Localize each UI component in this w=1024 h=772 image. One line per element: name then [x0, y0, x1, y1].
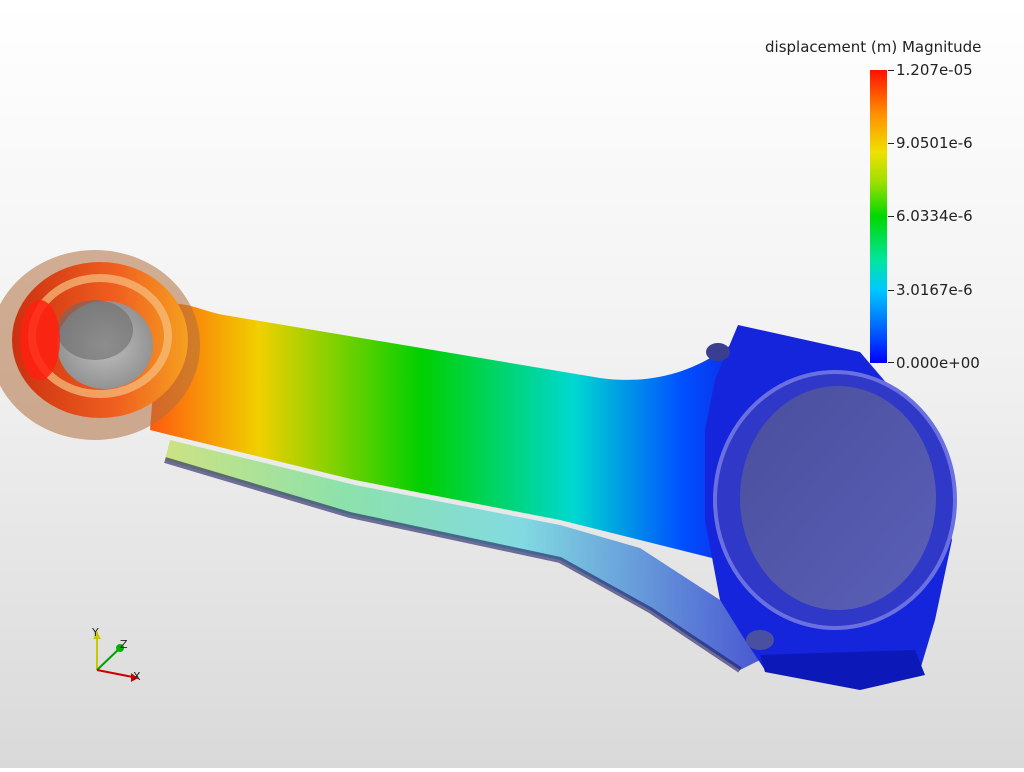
- small-end-bore-shadow: [57, 300, 133, 360]
- legend-tick: [888, 143, 894, 144]
- big-end-bore: [740, 386, 936, 610]
- axis-label-x: X: [133, 670, 141, 683]
- legend-tick: [888, 216, 894, 217]
- legend-title: displacement (m) Magnitude: [765, 38, 982, 56]
- axis-label-y: Y: [91, 626, 99, 639]
- bolt-hole-lower: [746, 630, 774, 650]
- big-end-cap-face: [760, 650, 925, 690]
- axis-label-z: Z: [120, 638, 128, 651]
- legend-tick-label: 3.0167e-6: [896, 281, 973, 299]
- color-bar[interactable]: [870, 70, 887, 363]
- legend-tick-label: 6.0334e-6: [896, 207, 973, 225]
- legend-tick: [888, 362, 894, 363]
- bolt-hole-upper: [706, 343, 730, 361]
- legend-tick-label-max: 1.207e-05: [896, 61, 973, 79]
- legend-tick-label-min: 0.000e+00: [896, 354, 980, 372]
- legend-tick: [888, 290, 894, 291]
- legend-tick-label: 9.0501e-6: [896, 134, 973, 152]
- legend-tick: [888, 70, 894, 71]
- orientation-axes: Y Z X: [91, 626, 141, 683]
- small-end-highlight: [20, 300, 60, 380]
